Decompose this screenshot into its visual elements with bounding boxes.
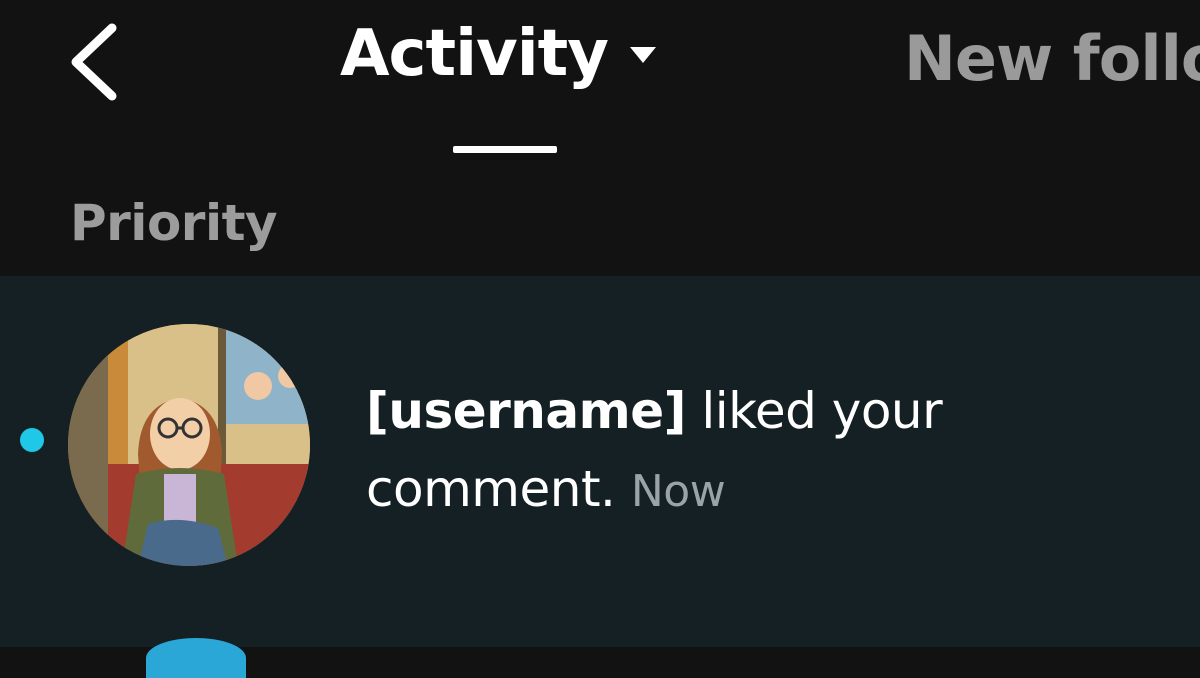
notification-text: [username] liked your comment. Now [366, 372, 1186, 531]
notification-time: Now [630, 466, 726, 517]
active-tab-indicator [453, 146, 557, 153]
caret-down-icon [629, 47, 656, 67]
tab-activity-label: Activity [340, 17, 609, 91]
top-bar: Activity New follo Priority [0, 0, 1200, 276]
unread-indicator [20, 428, 44, 452]
notification-item[interactable]: [username] liked your comment. Now [0, 276, 1200, 678]
avatar[interactable] [68, 324, 310, 566]
back-button[interactable] [64, 20, 128, 104]
next-avatar-partial [146, 638, 246, 678]
section-label-priority: Priority [70, 194, 278, 252]
tab-activity[interactable]: Activity [340, 14, 656, 94]
chevron-left-icon [64, 20, 128, 104]
notification-username[interactable]: [username] [366, 382, 686, 440]
tab-new-followers[interactable]: New follo [904, 22, 1200, 102]
